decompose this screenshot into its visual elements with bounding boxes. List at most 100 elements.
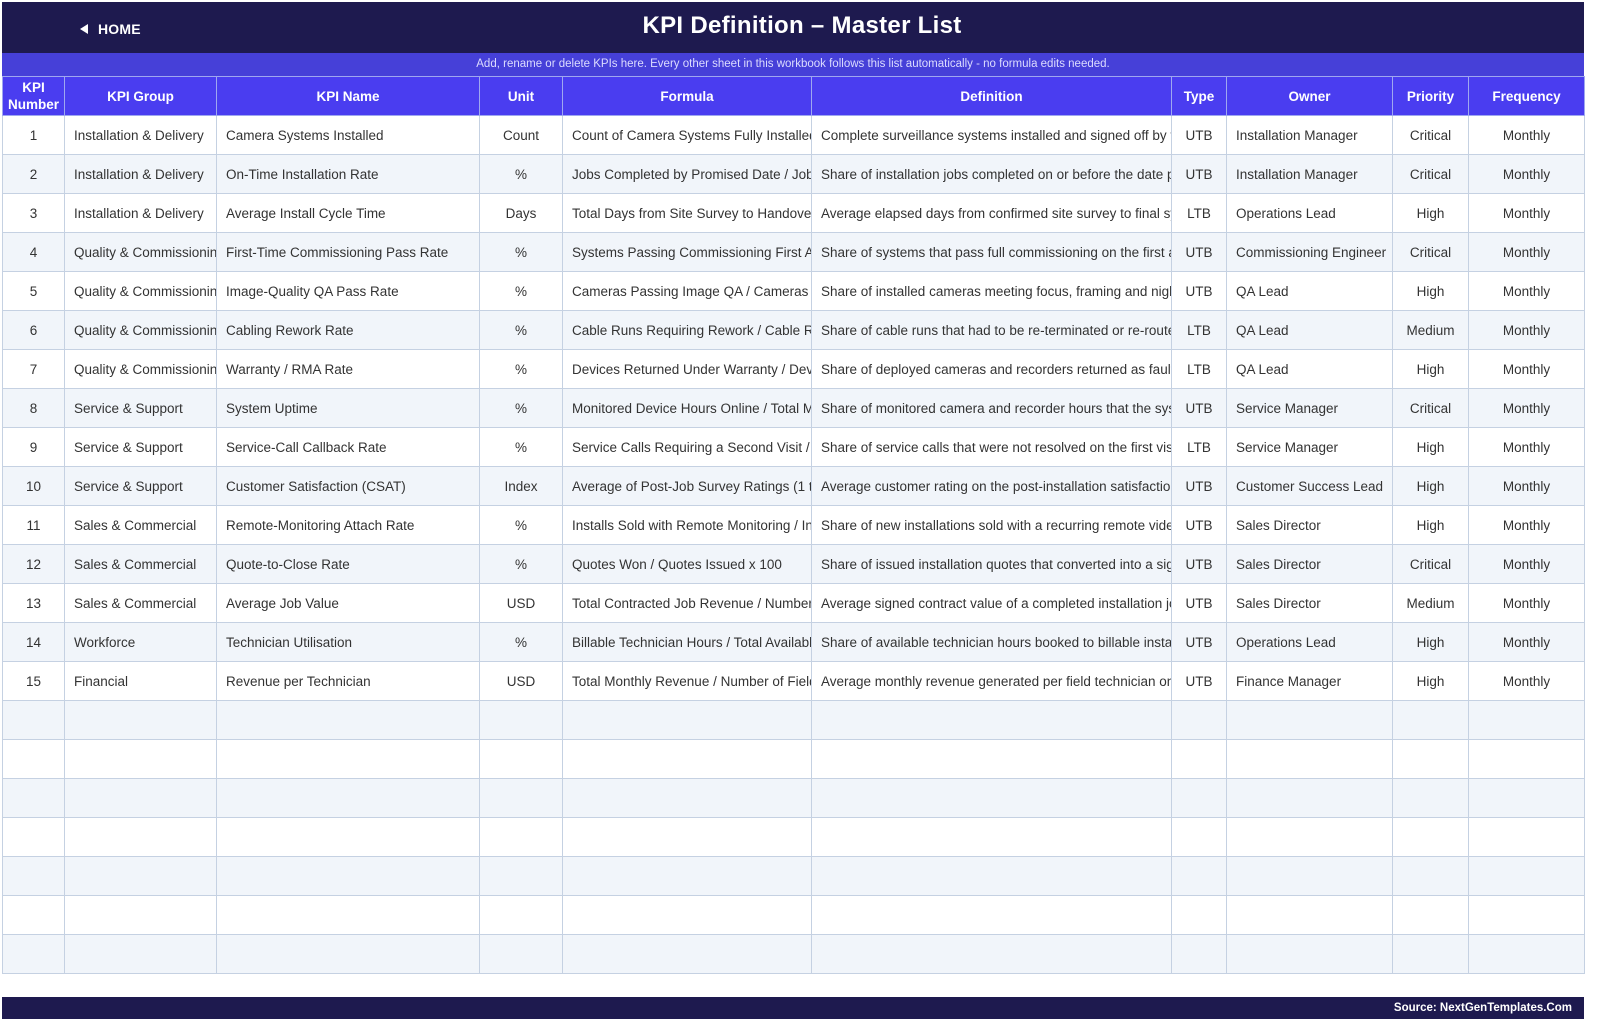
empty-cell[interactable] — [2, 856, 65, 896]
empty-cell[interactable] — [1171, 739, 1227, 779]
owner-cell[interactable]: Service Manager — [1226, 388, 1393, 428]
formula-cell[interactable]: Average of Post-Job Survey Ratings (1 to… — [562, 466, 812, 506]
kpi-name-cell[interactable]: Remote-Monitoring Attach Rate — [216, 505, 480, 545]
owner-cell[interactable]: QA Lead — [1226, 310, 1393, 350]
kpi-number-cell[interactable]: 15 — [2, 661, 65, 701]
priority-cell[interactable]: Critical — [1392, 544, 1469, 584]
owner-cell[interactable]: Service Manager — [1226, 427, 1393, 467]
frequency-cell[interactable]: Monthly — [1468, 154, 1585, 194]
empty-cell[interactable] — [1392, 895, 1469, 935]
empty-cell[interactable] — [1226, 895, 1393, 935]
kpi-name-cell[interactable]: Average Job Value — [216, 583, 480, 623]
owner-cell[interactable]: QA Lead — [1226, 271, 1393, 311]
formula-cell[interactable]: Cable Runs Requiring Rework / Cable Runs… — [562, 310, 812, 350]
kpi-group-cell[interactable]: Quality & Commissioning — [64, 232, 217, 272]
definition-cell[interactable]: Share of cable runs that had to be re-te… — [811, 310, 1172, 350]
column-header-frequency[interactable]: Frequency — [1468, 76, 1585, 116]
kpi-group-cell[interactable]: Quality & Commissioning — [64, 310, 217, 350]
empty-cell[interactable] — [1468, 934, 1585, 974]
empty-cell[interactable] — [1392, 817, 1469, 857]
empty-cell[interactable] — [1171, 856, 1227, 896]
kpi-number-cell[interactable]: 12 — [2, 544, 65, 584]
empty-cell[interactable] — [562, 856, 812, 896]
unit-cell[interactable]: USD — [479, 661, 563, 701]
empty-cell[interactable] — [1171, 895, 1227, 935]
kpi-name-cell[interactable]: Image-Quality QA Pass Rate — [216, 271, 480, 311]
frequency-cell[interactable]: Monthly — [1468, 388, 1585, 428]
empty-cell[interactable] — [64, 895, 217, 935]
empty-cell[interactable] — [562, 778, 812, 818]
column-header-kpi-group[interactable]: KPI Group — [64, 76, 217, 116]
frequency-cell[interactable]: Monthly — [1468, 505, 1585, 545]
priority-cell[interactable]: High — [1392, 271, 1469, 311]
empty-cell[interactable] — [562, 700, 812, 740]
empty-cell[interactable] — [216, 895, 480, 935]
empty-cell[interactable] — [216, 778, 480, 818]
type-cell[interactable]: UTB — [1171, 388, 1227, 428]
empty-cell[interactable] — [2, 700, 65, 740]
kpi-group-cell[interactable]: Installation & Delivery — [64, 193, 217, 233]
formula-cell[interactable]: Monitored Device Hours Online / Total Mo… — [562, 388, 812, 428]
frequency-cell[interactable]: Monthly — [1468, 622, 1585, 662]
column-header-kpi-name[interactable]: KPI Name — [216, 76, 480, 116]
definition-cell[interactable]: Share of deployed cameras and recorders … — [811, 349, 1172, 389]
definition-cell[interactable]: Share of systems that pass full commissi… — [811, 232, 1172, 272]
kpi-number-cell[interactable]: 10 — [2, 466, 65, 506]
kpi-number-cell[interactable]: 3 — [2, 193, 65, 233]
empty-cell[interactable] — [1226, 739, 1393, 779]
type-cell[interactable]: UTB — [1171, 232, 1227, 272]
kpi-number-cell[interactable]: 11 — [2, 505, 65, 545]
empty-cell[interactable] — [64, 739, 217, 779]
unit-cell[interactable]: % — [479, 505, 563, 545]
empty-cell[interactable] — [216, 739, 480, 779]
empty-cell[interactable] — [1171, 934, 1227, 974]
empty-cell[interactable] — [1392, 700, 1469, 740]
frequency-cell[interactable]: Monthly — [1468, 271, 1585, 311]
frequency-cell[interactable]: Monthly — [1468, 115, 1585, 155]
empty-cell[interactable] — [562, 817, 812, 857]
empty-cell[interactable] — [479, 856, 563, 896]
priority-cell[interactable]: Medium — [1392, 310, 1469, 350]
empty-cell[interactable] — [1226, 817, 1393, 857]
empty-cell[interactable] — [64, 856, 217, 896]
owner-cell[interactable]: Installation Manager — [1226, 154, 1393, 194]
priority-cell[interactable]: High — [1392, 622, 1469, 662]
unit-cell[interactable]: % — [479, 622, 563, 662]
empty-cell[interactable] — [2, 934, 65, 974]
kpi-name-cell[interactable]: Technician Utilisation — [216, 622, 480, 662]
definition-cell[interactable]: Average elapsed days from confirmed site… — [811, 193, 1172, 233]
kpi-number-cell[interactable]: 1 — [2, 115, 65, 155]
formula-cell[interactable]: Cameras Passing Image QA / Cameras Inspe… — [562, 271, 812, 311]
empty-cell[interactable] — [562, 895, 812, 935]
empty-cell[interactable] — [1468, 856, 1585, 896]
empty-cell[interactable] — [1392, 739, 1469, 779]
kpi-group-cell[interactable]: Service & Support — [64, 466, 217, 506]
priority-cell[interactable]: High — [1392, 349, 1469, 389]
empty-cell[interactable] — [1171, 817, 1227, 857]
empty-cell[interactable] — [479, 778, 563, 818]
empty-cell[interactable] — [1392, 856, 1469, 896]
priority-cell[interactable]: Critical — [1392, 232, 1469, 272]
kpi-name-cell[interactable]: Service-Call Callback Rate — [216, 427, 480, 467]
kpi-number-cell[interactable]: 5 — [2, 271, 65, 311]
empty-cell[interactable] — [2, 778, 65, 818]
empty-cell[interactable] — [811, 934, 1172, 974]
empty-cell[interactable] — [1171, 778, 1227, 818]
priority-cell[interactable]: Critical — [1392, 115, 1469, 155]
definition-cell[interactable]: Share of monitored camera and recorder h… — [811, 388, 1172, 428]
frequency-cell[interactable]: Monthly — [1468, 661, 1585, 701]
priority-cell[interactable]: High — [1392, 505, 1469, 545]
definition-cell[interactable]: Share of available technician hours book… — [811, 622, 1172, 662]
column-header-kpi-number[interactable]: KPI Number — [2, 76, 65, 116]
frequency-cell[interactable]: Monthly — [1468, 310, 1585, 350]
column-header-formula[interactable]: Formula — [562, 76, 812, 116]
unit-cell[interactable]: Index — [479, 466, 563, 506]
empty-cell[interactable] — [216, 817, 480, 857]
owner-cell[interactable]: Customer Success Lead — [1226, 466, 1393, 506]
empty-cell[interactable] — [811, 895, 1172, 935]
kpi-name-cell[interactable]: Revenue per Technician — [216, 661, 480, 701]
empty-cell[interactable] — [811, 739, 1172, 779]
unit-cell[interactable]: % — [479, 544, 563, 584]
empty-cell[interactable] — [1392, 778, 1469, 818]
formula-cell[interactable]: Service Calls Requiring a Second Visit /… — [562, 427, 812, 467]
